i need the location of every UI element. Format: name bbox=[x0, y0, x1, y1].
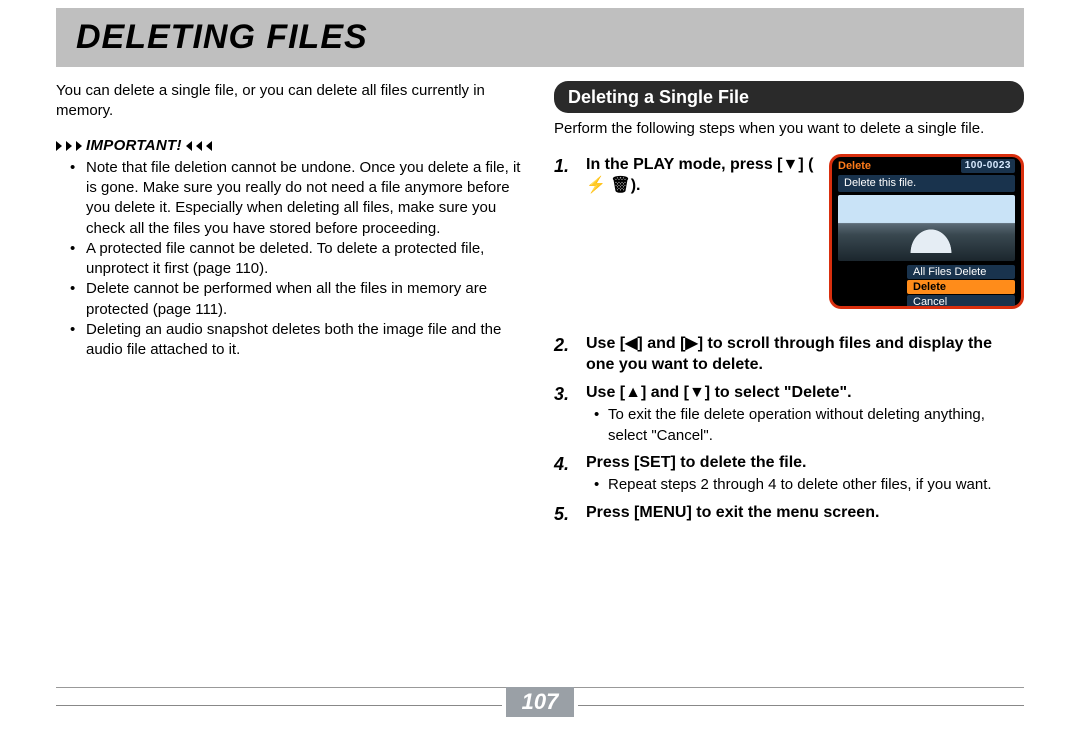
chevron-right-icon bbox=[66, 141, 72, 151]
step-sub-list: To exit the file delete operation withou… bbox=[586, 405, 1024, 446]
intro-text: You can delete a single file, or you can… bbox=[56, 81, 526, 122]
chevron-right-icon bbox=[56, 141, 62, 151]
step-number: 3. bbox=[554, 382, 576, 446]
chevron-left-icon bbox=[196, 141, 202, 151]
step-sub-list: Repeat steps 2 through 4 to delete other… bbox=[586, 475, 1024, 495]
step-sub-bullet: Repeat steps 2 through 4 to delete other… bbox=[600, 475, 1024, 495]
step-text: ). bbox=[631, 177, 641, 194]
title-bar: DELETING FILES bbox=[56, 8, 1024, 67]
page-footer: 107 bbox=[56, 687, 1024, 720]
chevron-left-icon bbox=[206, 141, 212, 151]
important-heading: IMPORTANT! bbox=[56, 136, 526, 156]
camera-mode-label: Delete bbox=[838, 159, 871, 174]
step-1-row: 1. In the PLAY mode, press [▼] ( ⚡ 🗑). De… bbox=[554, 154, 1024, 309]
step-title: Press [MENU] to exit the menu screen. bbox=[586, 502, 1024, 524]
footer-rule bbox=[56, 705, 502, 706]
flash-icon: ⚡ bbox=[586, 175, 606, 197]
step-row: 4. Press [SET] to delete the file. Repea… bbox=[554, 452, 1024, 496]
step-row: 2. Use [◀] and [▶] to scroll through fil… bbox=[554, 333, 1024, 376]
camera-prompt: Delete this file. bbox=[838, 175, 1015, 192]
step-row: 5. Press [MENU] to exit the menu screen. bbox=[554, 502, 1024, 526]
page-number: 107 bbox=[506, 687, 575, 717]
camera-menu-item-selected: Delete bbox=[907, 280, 1015, 294]
page-title: DELETING FILES bbox=[76, 18, 1004, 57]
important-bullet: Deleting an audio snapshot deletes both … bbox=[78, 320, 526, 361]
camera-photo-preview bbox=[838, 195, 1015, 261]
step-title: In the PLAY mode, press [▼] ( ⚡ 🗑). bbox=[586, 154, 817, 197]
step-number: 5. bbox=[554, 502, 576, 526]
content-columns: You can delete a single file, or you can… bbox=[56, 81, 1024, 532]
left-column: You can delete a single file, or you can… bbox=[56, 81, 526, 532]
footer-rule bbox=[578, 705, 1024, 706]
important-label: IMPORTANT! bbox=[86, 136, 182, 156]
step-title: Press [SET] to delete the file. bbox=[586, 452, 1024, 474]
step-title: Use [◀] and [▶] to scroll through files … bbox=[586, 333, 1024, 376]
chevron-left-icon bbox=[186, 141, 192, 151]
right-column: Deleting a Single File Perform the follo… bbox=[554, 81, 1024, 532]
camera-top-bar: Delete 100-0023 bbox=[832, 157, 1021, 176]
step-text: ] ( bbox=[798, 156, 813, 173]
important-bullet: Delete cannot be performed when all the … bbox=[78, 279, 526, 320]
camera-screen: Delete 100-0023 Delete this file. All Fi… bbox=[829, 154, 1024, 309]
important-list: Note that file deletion cannot be undone… bbox=[56, 158, 526, 361]
down-arrow-icon: ▼ bbox=[783, 154, 799, 176]
trash-icon: 🗑 bbox=[610, 175, 630, 197]
camera-menu: All Files Delete Delete Cancel bbox=[838, 265, 1015, 308]
section-heading: Deleting a Single File bbox=[554, 81, 1024, 113]
camera-menu-item: Cancel bbox=[907, 295, 1015, 308]
step-text: In the PLAY mode, press [ bbox=[586, 156, 783, 173]
chevron-right-icon bbox=[76, 141, 82, 151]
step-number: 1. bbox=[554, 154, 576, 197]
step-title: Use [▲] and [▼] to select "Delete". bbox=[586, 382, 1024, 404]
camera-file-number: 100-0023 bbox=[961, 159, 1015, 173]
step-row: 3. Use [▲] and [▼] to select "Delete". T… bbox=[554, 382, 1024, 446]
important-bullet: A protected file cannot be deleted. To d… bbox=[78, 239, 526, 280]
step-number: 4. bbox=[554, 452, 576, 496]
camera-menu-item: All Files Delete bbox=[907, 265, 1015, 279]
important-bullet: Note that file deletion cannot be undone… bbox=[78, 158, 526, 239]
step-number: 2. bbox=[554, 333, 576, 376]
section-intro: Perform the following steps when you wan… bbox=[554, 119, 1024, 139]
step-sub-bullet: To exit the file delete operation withou… bbox=[600, 405, 1024, 446]
